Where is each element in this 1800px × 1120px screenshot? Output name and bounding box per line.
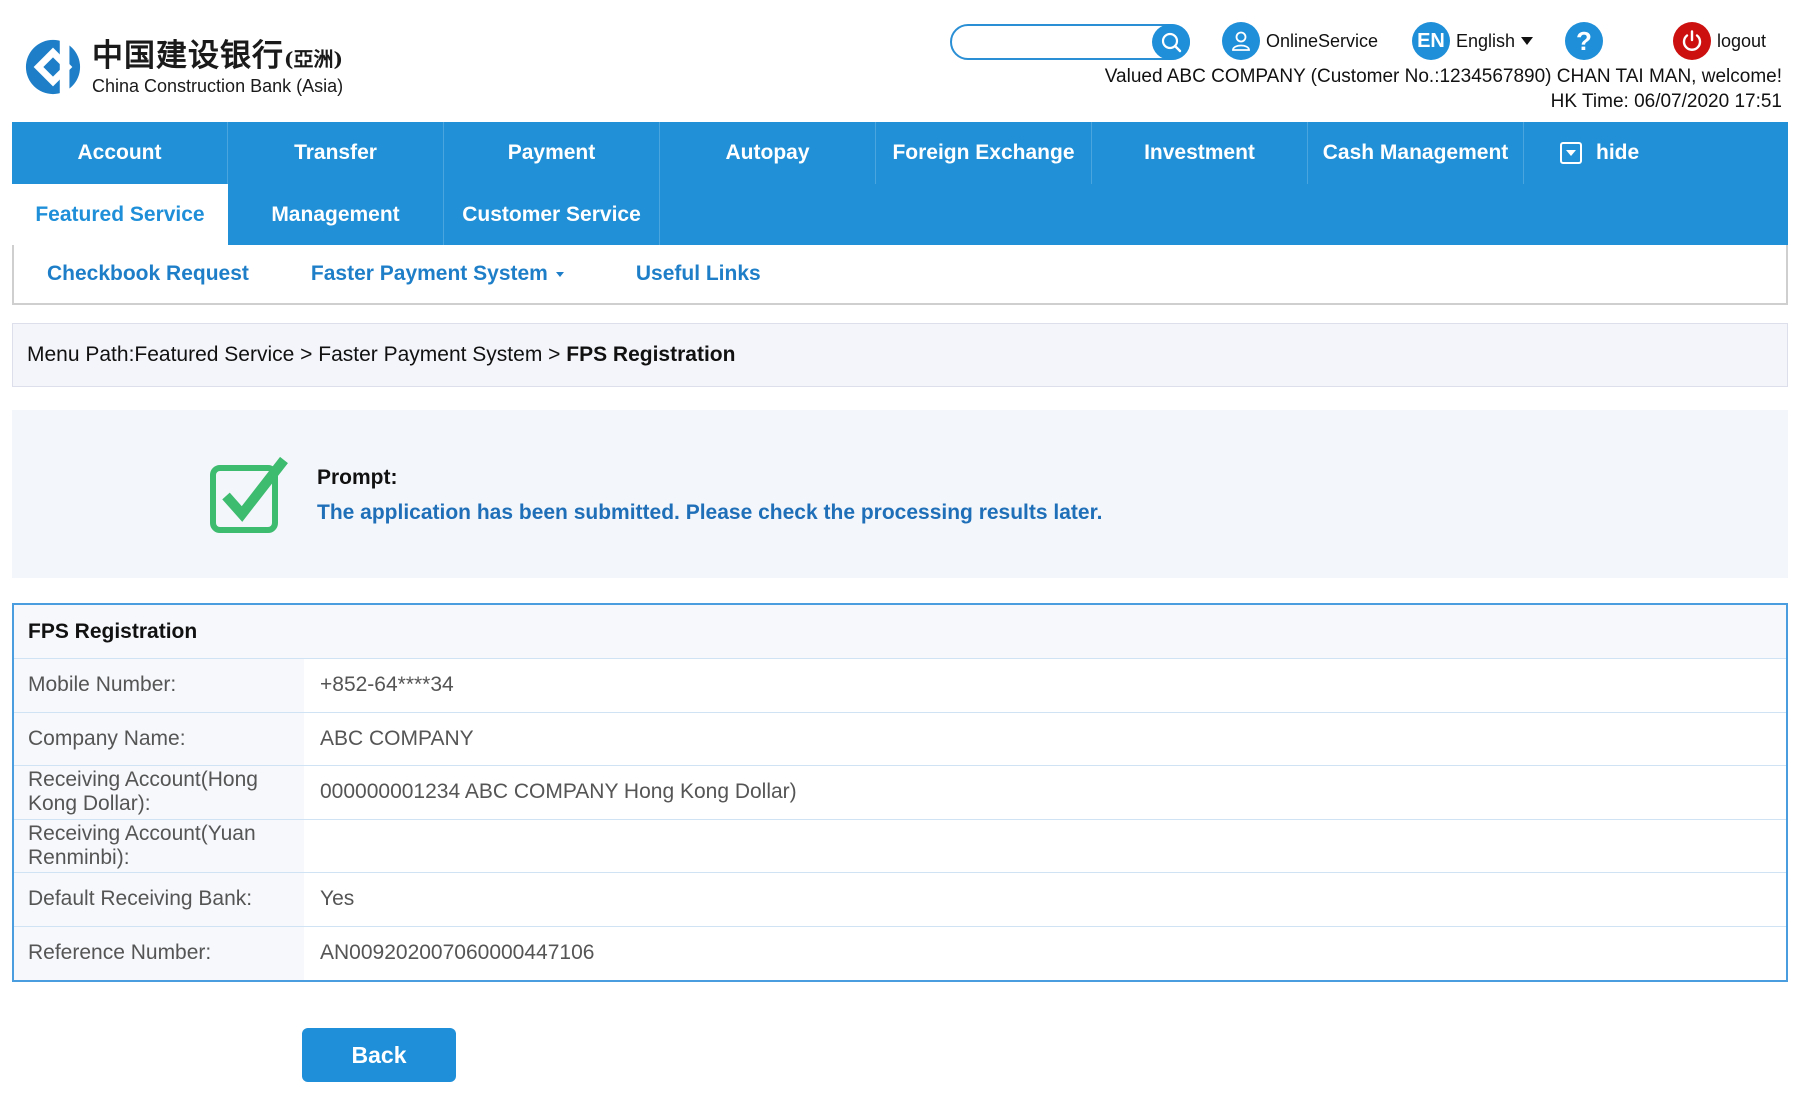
detail-value: Yes xyxy=(320,887,355,911)
bank-logo[interactable]: 中国建设银行(亞洲) China Construction Bank (Asia… xyxy=(24,38,343,96)
search-icon xyxy=(1161,32,1182,53)
dropdown-caret-icon xyxy=(555,271,564,277)
prompt-box: Prompt: The application has been submitt… xyxy=(12,410,1788,578)
online-service-label: OnlineService xyxy=(1266,30,1379,51)
detail-row-hkd-account: Receiving Account(Hong Kong Dollar): 000… xyxy=(14,766,1786,820)
nav-hide-toggle[interactable]: hide xyxy=(1524,122,1740,184)
detail-label: Company Name: xyxy=(14,712,304,765)
detail-row-reference-number: Reference Number: AN00920200706000044710… xyxy=(14,926,1786,980)
detail-row-mobile-number: Mobile Number: +852-64****34 xyxy=(14,659,1786,713)
breadcrumb: Menu Path:Featured Service > Faster Paym… xyxy=(12,323,1788,387)
detail-row-company-name: Company Name: ABC COMPANY xyxy=(14,712,1786,766)
nav-primary-row: Account Transfer Payment Autopay Foreign… xyxy=(12,122,1788,184)
caret-down-icon xyxy=(1521,37,1534,45)
nav-foreign-exchange[interactable]: Foreign Exchange xyxy=(876,122,1092,184)
prompt-message: The application has been submitted. Plea… xyxy=(317,501,1103,524)
nav-investment[interactable]: Investment xyxy=(1092,122,1308,184)
hide-label: hide xyxy=(1596,141,1640,164)
nav-secondary-row: Featured Service Management Customer Ser… xyxy=(12,184,1788,245)
language-badge: EN xyxy=(1412,22,1450,60)
help-icon: ? xyxy=(1565,22,1603,60)
ccb-logo-icon xyxy=(25,38,81,96)
bank-name-chinese: 中国建设银行(亞洲) xyxy=(92,37,343,74)
logout-button[interactable]: logout xyxy=(1673,22,1766,60)
prompt-title: Prompt: xyxy=(317,466,398,489)
detail-label: Reference Number: xyxy=(14,926,304,980)
checkbox-success-icon xyxy=(210,456,288,533)
detail-row-rmb-account: Receiving Account(Yuan Renminbi): xyxy=(14,819,1786,873)
back-button[interactable]: Back xyxy=(302,1028,456,1082)
sub-nav-checkbook-request[interactable]: Checkbook Request xyxy=(47,262,249,286)
search-button[interactable] xyxy=(1152,24,1190,60)
detail-value xyxy=(304,820,1786,873)
detail-value: 000000001234 ABC COMPANY Hong Kong Dolla… xyxy=(320,780,797,804)
detail-value: ABC COMPANY xyxy=(320,726,474,750)
main-navigation: Account Transfer Payment Autopay Foreign… xyxy=(12,122,1788,305)
sub-nav-useful-links[interactable]: Useful Links xyxy=(636,262,761,286)
online-service-link[interactable]: OnlineService xyxy=(1222,22,1378,60)
nav-account[interactable]: Account xyxy=(12,122,228,184)
fps-registration-panel: FPS Registration Mobile Number: +852-64*… xyxy=(12,603,1788,982)
nav-management[interactable]: Management xyxy=(228,184,444,245)
sub-nav-faster-payment-system[interactable]: Faster Payment System xyxy=(311,262,564,286)
nav-autopay[interactable]: Autopay xyxy=(660,122,876,184)
bank-name-english: China Construction Bank (Asia) xyxy=(92,75,344,96)
panel-title: FPS Registration xyxy=(14,605,1786,659)
help-button[interactable]: ? xyxy=(1565,22,1609,60)
header: 中国建设银行(亞洲) China Construction Bank (Asia… xyxy=(0,0,1800,122)
nav-featured-service[interactable]: Featured Service xyxy=(12,184,228,245)
detail-label: Mobile Number: xyxy=(14,659,304,712)
detail-value: AN009202007060000447106 xyxy=(320,941,595,965)
breadcrumb-path: Menu Path:Featured Service > Faster Paym… xyxy=(27,343,567,366)
detail-label: Receiving Account(Yuan Renminbi): xyxy=(14,819,304,872)
welcome-text: Valued ABC COMPANY (Customer No.:1234567… xyxy=(1104,66,1782,87)
nav-cash-management[interactable]: Cash Management xyxy=(1308,122,1524,184)
welcome-info: Valued ABC COMPANY (Customer No.:1234567… xyxy=(1105,64,1782,114)
detail-label: Receiving Account(Hong Kong Dollar): xyxy=(14,766,304,819)
nav-payment[interactable]: Payment xyxy=(444,122,660,184)
detail-label: Default Receiving Bank: xyxy=(14,873,304,926)
breadcrumb-current: FPS Registration xyxy=(566,343,736,366)
search-field xyxy=(950,24,1190,60)
user-icon xyxy=(1222,22,1260,60)
detail-value: +852-64****34 xyxy=(320,673,454,697)
sub-navigation: Checkbook Request Faster Payment System … xyxy=(12,245,1788,305)
nav-transfer[interactable]: Transfer xyxy=(228,122,444,184)
language-selector[interactable]: EN English xyxy=(1412,22,1534,60)
collapse-icon xyxy=(1560,142,1582,164)
logout-label: logout xyxy=(1717,30,1767,51)
nav-customer-service[interactable]: Customer Service xyxy=(444,184,660,245)
detail-row-default-bank: Default Receiving Bank: Yes xyxy=(14,873,1786,927)
power-icon xyxy=(1673,22,1711,60)
hk-time: HK Time: 06/07/2020 17:51 xyxy=(1550,91,1782,112)
search-input[interactable] xyxy=(966,26,1156,58)
language-label: English xyxy=(1456,30,1516,51)
